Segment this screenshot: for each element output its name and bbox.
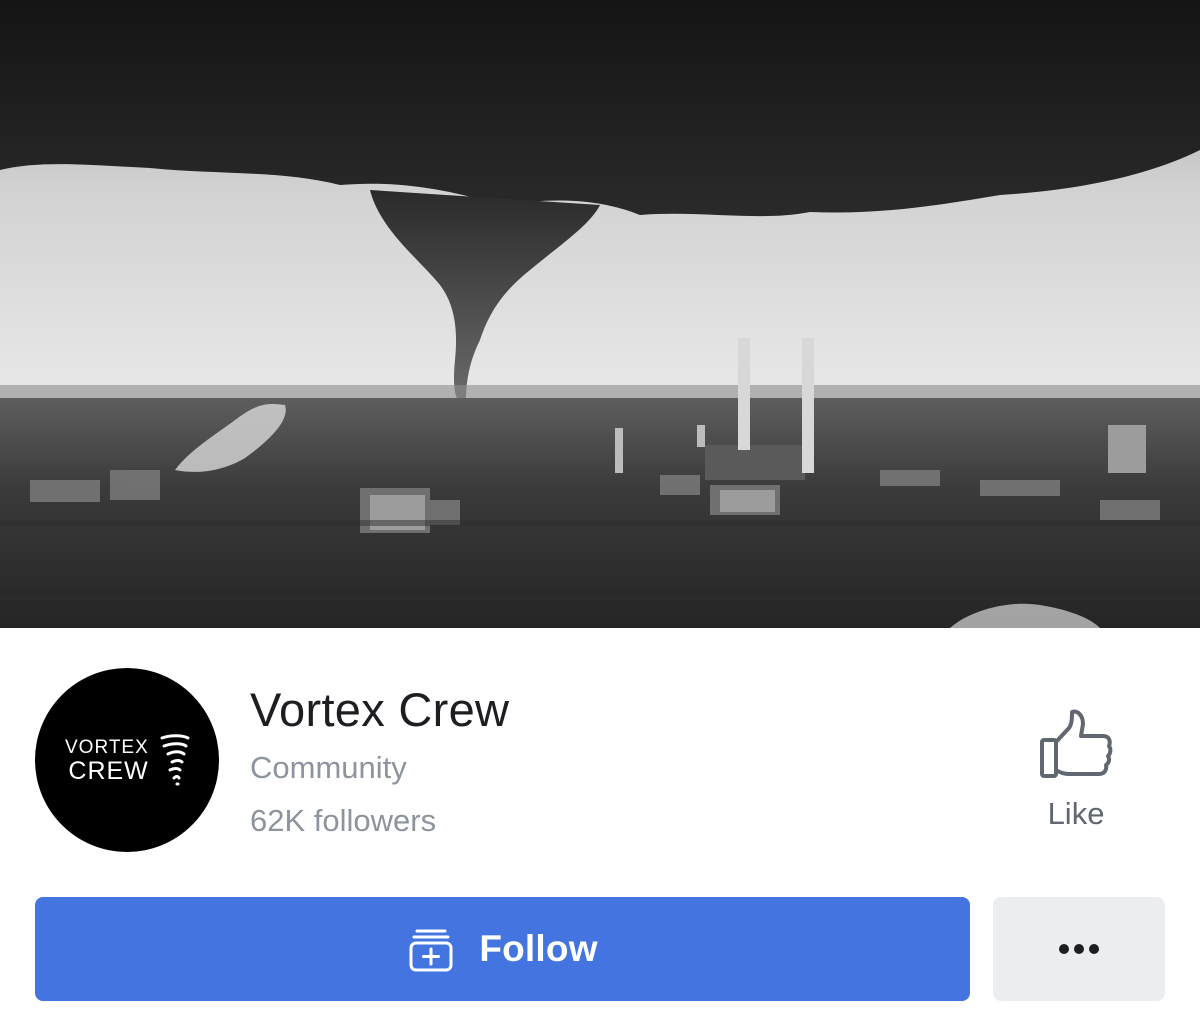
follow-button[interactable]: Follow xyxy=(35,897,970,1001)
page-root: VORTEX CREW Vortex Crew Community 62K fo… xyxy=(0,0,1200,1030)
followers-count[interactable]: 62K followers xyxy=(250,803,436,839)
tornado-cover-image xyxy=(0,0,1200,628)
page-header: VORTEX CREW Vortex Crew Community 62K fo… xyxy=(0,628,1200,888)
avatar-wordmark-line1: VORTEX xyxy=(65,737,149,758)
cover-photo[interactable] xyxy=(0,0,1200,628)
like-button[interactable]: Like xyxy=(1020,708,1132,838)
follow-label: Follow xyxy=(479,928,598,969)
follow-icon xyxy=(409,929,453,972)
profile-avatar[interactable]: VORTEX CREW xyxy=(35,668,219,852)
thumbs-up-icon xyxy=(1040,709,1113,778)
more-options-button[interactable] xyxy=(993,897,1165,1001)
avatar-wordmark: VORTEX CREW xyxy=(65,738,149,784)
tornado-icon xyxy=(160,734,190,786)
avatar-wordmark-line2: CREW xyxy=(68,757,149,785)
more-dots-icon xyxy=(1059,944,1099,954)
page-category[interactable]: Community xyxy=(250,750,407,786)
like-label: Like xyxy=(1047,796,1105,831)
page-name[interactable]: Vortex Crew xyxy=(250,682,509,737)
